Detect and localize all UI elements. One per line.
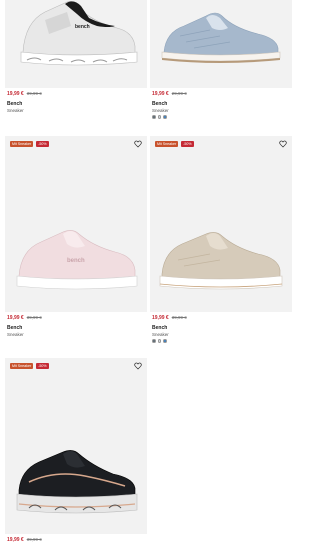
product-card[interactable]: Mit Sneaker -50% 19,99 € 39,99 € bbox=[5, 358, 147, 543]
sale-price: 19,99 € bbox=[152, 91, 169, 97]
product-category: Sneaker bbox=[7, 108, 24, 113]
svg-text:bench: bench bbox=[75, 24, 90, 30]
old-price: 39,99 € bbox=[26, 91, 42, 96]
color-swatch[interactable] bbox=[163, 339, 167, 343]
pink-sneaker-image: bench bbox=[16, 230, 138, 290]
product-image[interactable]: Mit Sneaker -50% bbox=[5, 358, 147, 534]
color-swatch[interactable] bbox=[157, 115, 161, 119]
product-category: Sneaker bbox=[152, 332, 169, 337]
sale-price: 19,99 € bbox=[7, 537, 24, 543]
black-rose-sneaker-image bbox=[16, 450, 138, 514]
svg-text:bench: bench bbox=[67, 258, 85, 264]
light-blue-sneaker-image bbox=[161, 12, 281, 63]
color-swatch[interactable] bbox=[152, 339, 156, 343]
old-price: 39,99 € bbox=[26, 315, 42, 320]
old-price: 39,99 € bbox=[26, 537, 42, 542]
product-brand[interactable]: Bench bbox=[7, 325, 147, 331]
color-swatch[interactable] bbox=[152, 115, 156, 119]
color-options[interactable] bbox=[152, 339, 292, 343]
old-price: 29,99 € bbox=[171, 91, 187, 96]
color-swatch[interactable] bbox=[157, 339, 161, 343]
product-image[interactable] bbox=[150, 0, 292, 88]
product-brand[interactable]: Bench bbox=[152, 325, 292, 331]
product-category: Sneaker bbox=[152, 108, 169, 113]
product-grid: bench 19,99 € 39,99 € Bench Sneaker 19,9… bbox=[0, 0, 295, 544]
product-card[interactable]: Mit Sneaker -50% bench 19,99 € 39,99 € B… bbox=[5, 136, 147, 337]
product-card[interactable]: bench 19,99 € 39,99 € Bench Sneaker bbox=[5, 0, 147, 113]
color-options[interactable] bbox=[152, 115, 292, 119]
product-brand[interactable]: Bench bbox=[152, 101, 292, 107]
white-black-sneaker-image: bench bbox=[20, 1, 138, 66]
product-card[interactable]: Mit Sneaker -50% 19,99 € 39,99 € Bench S… bbox=[150, 136, 292, 343]
sale-price: 19,99 € bbox=[7, 91, 24, 97]
sale-price: 19,99 € bbox=[7, 315, 24, 321]
sale-price: 19,99 € bbox=[152, 315, 169, 321]
color-swatch[interactable] bbox=[163, 115, 167, 119]
product-brand[interactable]: Bench bbox=[7, 101, 147, 107]
product-image[interactable]: Mit Sneaker -50% bench bbox=[5, 136, 147, 312]
beige-sneaker-image bbox=[159, 232, 283, 290]
product-image[interactable]: bench bbox=[5, 0, 147, 88]
product-image[interactable]: Mit Sneaker -50% bbox=[150, 136, 292, 312]
product-card[interactable]: 19,99 € 29,99 € Bench Sneaker bbox=[150, 0, 292, 119]
old-price: 39,99 € bbox=[171, 315, 187, 320]
product-category: Sneaker bbox=[7, 332, 24, 337]
